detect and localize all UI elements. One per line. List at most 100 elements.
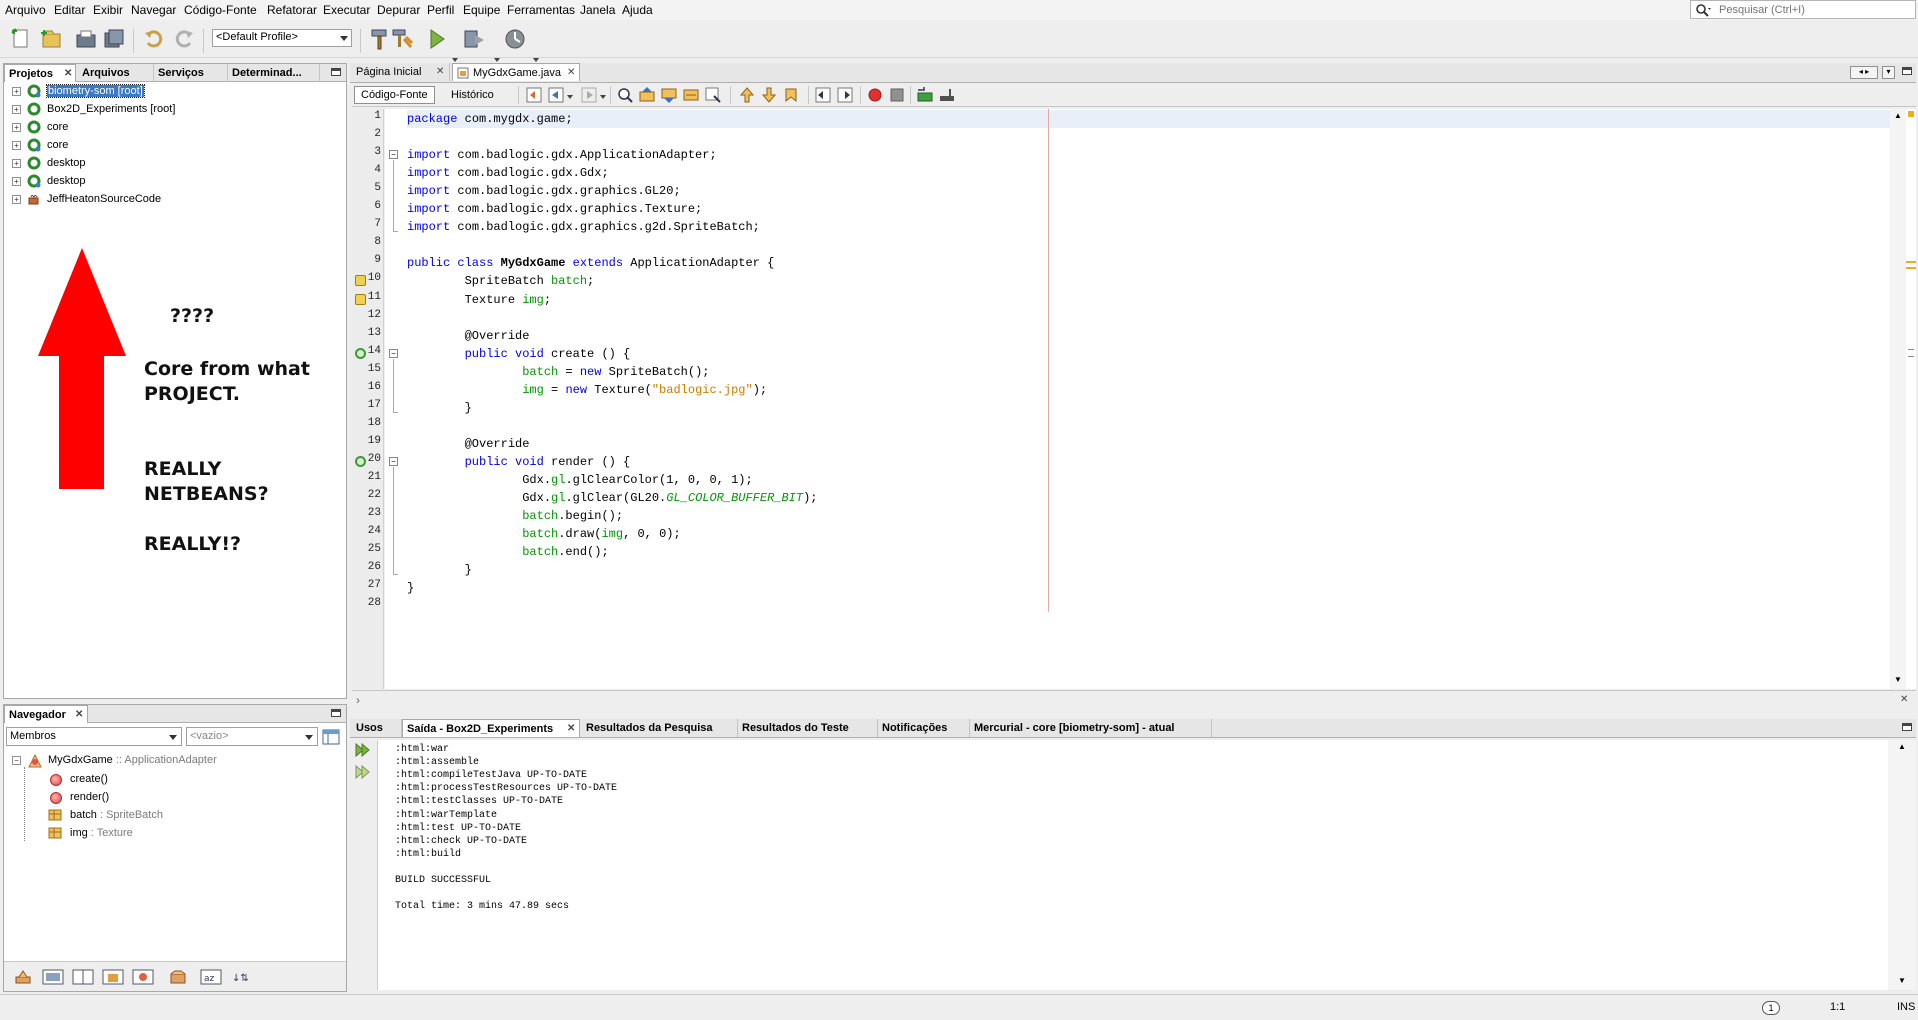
members-select[interactable]: Membros <box>6 727 182 746</box>
menu-codigo-fonte[interactable]: Código-Fonte <box>184 3 257 17</box>
code-line[interactable]: import com.badlogic.gdx.graphics.Texture… <box>407 200 702 218</box>
code-line[interactable]: Gdx.gl.glClear(GL20.GL_COLOR_BUFFER_BIT)… <box>407 489 817 507</box>
menu-depurar[interactable]: Depurar <box>377 3 420 17</box>
navigator-method-row[interactable]: create() <box>34 771 334 789</box>
inherited-members-icon[interactable] <box>14 969 32 985</box>
tab-arquivos[interactable]: Arquivos <box>78 64 154 82</box>
tree-item-project[interactable]: + desktop <box>8 174 338 189</box>
fold-collapse-icon[interactable]: − <box>389 348 398 358</box>
close-icon[interactable]: ✕ <box>75 709 83 720</box>
tab-servicos[interactable]: Serviços <box>154 64 228 82</box>
run-icon[interactable] <box>425 27 449 51</box>
minimize-icon[interactable] <box>331 709 341 717</box>
split-handle-icon[interactable] <box>1908 349 1914 357</box>
back-icon[interactable] <box>547 86 565 104</box>
menu-navegar[interactable]: Navegar <box>131 3 176 17</box>
expand-icon[interactable]: + <box>12 141 21 150</box>
override-icon[interactable] <box>355 347 366 359</box>
tab-scroll-icon[interactable]: ◂ ▸ <box>1850 66 1878 79</box>
tree-item-project[interactable]: + Box2D_Experiments [root] <box>8 102 338 117</box>
code-line[interactable]: public class MyGdxGame extends Applicati… <box>407 254 774 272</box>
start-macro-icon[interactable] <box>866 86 884 104</box>
shift-left-icon[interactable] <box>814 86 832 104</box>
last-edit-icon[interactable] <box>525 86 543 104</box>
code-line[interactable]: batch.end(); <box>407 543 608 561</box>
scroll-up-icon[interactable]: ▲ <box>1894 111 1902 120</box>
debug-icon[interactable] <box>462 27 486 51</box>
menu-executar[interactable]: Executar <box>323 3 370 17</box>
new-project-icon[interactable] <box>39 27 63 51</box>
search-input[interactable] <box>1719 2 1909 17</box>
close-icon[interactable]: ✕ <box>436 66 444 77</box>
chevron-right-icon[interactable]: › <box>356 693 360 707</box>
chevron-down-icon[interactable] <box>533 58 539 62</box>
chevron-down-icon[interactable] <box>600 95 606 99</box>
new-file-icon[interactable] <box>9 27 33 51</box>
package-icon[interactable] <box>169 969 187 985</box>
build-hammer-icon[interactable] <box>368 27 392 51</box>
tab-determinad[interactable]: Determinad... <box>228 64 320 82</box>
scroll-down-icon[interactable]: ▼ <box>1894 675 1902 684</box>
toggle-highlight-icon[interactable] <box>704 86 722 104</box>
code-line[interactable]: @Override <box>407 435 530 453</box>
rerun-with-options-icon[interactable] <box>354 764 372 780</box>
warning-hint-icon[interactable] <box>355 275 366 287</box>
tree-item-project[interactable]: + desktop <box>8 156 338 171</box>
find-selection-icon[interactable] <box>682 86 700 104</box>
comment-icon[interactable] <box>916 86 934 104</box>
code-editor[interactable]: package com.mygdx.game; import com.badlog… <box>407 109 1890 689</box>
code-line[interactable]: import com.badlogic.gdx.graphics.GL20; <box>407 182 681 200</box>
menu-arquivo[interactable]: Arquivo <box>5 3 46 17</box>
navigator-method-row[interactable]: render() <box>34 789 334 807</box>
stop-macro-icon[interactable] <box>888 86 906 104</box>
sort-icon[interactable] <box>132 969 154 985</box>
scroll-down-icon[interactable]: ▼ <box>1898 976 1906 985</box>
forward-icon[interactable] <box>580 86 598 104</box>
tab-codigo-fonte[interactable]: Código-Fonte <box>354 86 435 104</box>
rerun-icon[interactable] <box>354 742 372 758</box>
find-next-icon[interactable] <box>660 86 678 104</box>
navigator-field-row[interactable]: batch : SpriteBatch <box>34 807 334 825</box>
undo-icon[interactable] <box>142 27 166 51</box>
code-line[interactable]: batch.begin(); <box>407 507 623 525</box>
expand-icon[interactable]: + <box>12 123 21 132</box>
code-line[interactable]: img = new Texture("badlogic.jpg"); <box>407 381 767 399</box>
tab-projetos[interactable]: Projetos ✕ <box>4 64 76 82</box>
navigator-field-row[interactable]: img : Texture <box>34 825 334 843</box>
filter-select[interactable]: <vazio> <box>186 727 318 746</box>
tree-item-project[interactable]: + core <box>8 138 338 153</box>
non-public-icon[interactable] <box>102 969 124 985</box>
menu-perfil[interactable]: Perfil <box>427 3 454 17</box>
expand-icon[interactable]: + <box>12 105 21 114</box>
menu-janela[interactable]: Janela <box>580 3 615 17</box>
fold-collapse-icon[interactable]: − <box>389 150 398 160</box>
close-icon[interactable]: ✕ <box>567 67 575 78</box>
code-line[interactable]: public void render () { <box>407 453 631 471</box>
menu-ferramentas[interactable]: Ferramentas <box>507 3 575 17</box>
output-scrollbar[interactable]: ▲ ▼ <box>1888 740 1916 990</box>
shift-right-icon[interactable] <box>836 86 854 104</box>
search-box[interactable] <box>1690 0 1916 19</box>
tab-navegador[interactable]: Navegador ✕ <box>4 705 88 723</box>
show-fields-icon[interactable] <box>42 969 64 985</box>
redo-icon[interactable] <box>172 27 196 51</box>
code-line[interactable]: import com.badlogic.gdx.Gdx; <box>407 164 609 182</box>
profile-select[interactable]: <Default Profile> <box>212 29 352 47</box>
previous-bookmark-icon[interactable] <box>738 86 756 104</box>
menu-ajuda[interactable]: Ajuda <box>622 3 653 17</box>
scroll-up-icon[interactable]: ▲ <box>1898 742 1906 751</box>
code-line[interactable]: } <box>407 561 472 579</box>
clean-build-icon[interactable] <box>390 27 414 51</box>
tab-resultados-teste[interactable]: Resultados do Teste <box>738 719 878 737</box>
menu-equipe[interactable]: Equipe <box>463 3 500 17</box>
collapse-icon[interactable]: − <box>12 756 21 765</box>
open-project-icon[interactable] <box>74 27 98 51</box>
expand-icon[interactable]: + <box>12 159 21 168</box>
show-static-icon[interactable] <box>72 969 94 985</box>
toggle-bookmark-icon[interactable] <box>782 86 800 104</box>
tab-mygdxgame-java[interactable]: MyGdxGame.java ✕ <box>452 63 580 81</box>
tab-resultados-pesquisa[interactable]: Resultados da Pesquisa <box>582 719 738 737</box>
editor-scrollbar[interactable]: ▲ ▼ <box>1890 109 1906 689</box>
menu-exibir[interactable]: Exibir <box>93 3 123 17</box>
code-line[interactable]: batch.draw(img, 0, 0); <box>407 525 680 543</box>
